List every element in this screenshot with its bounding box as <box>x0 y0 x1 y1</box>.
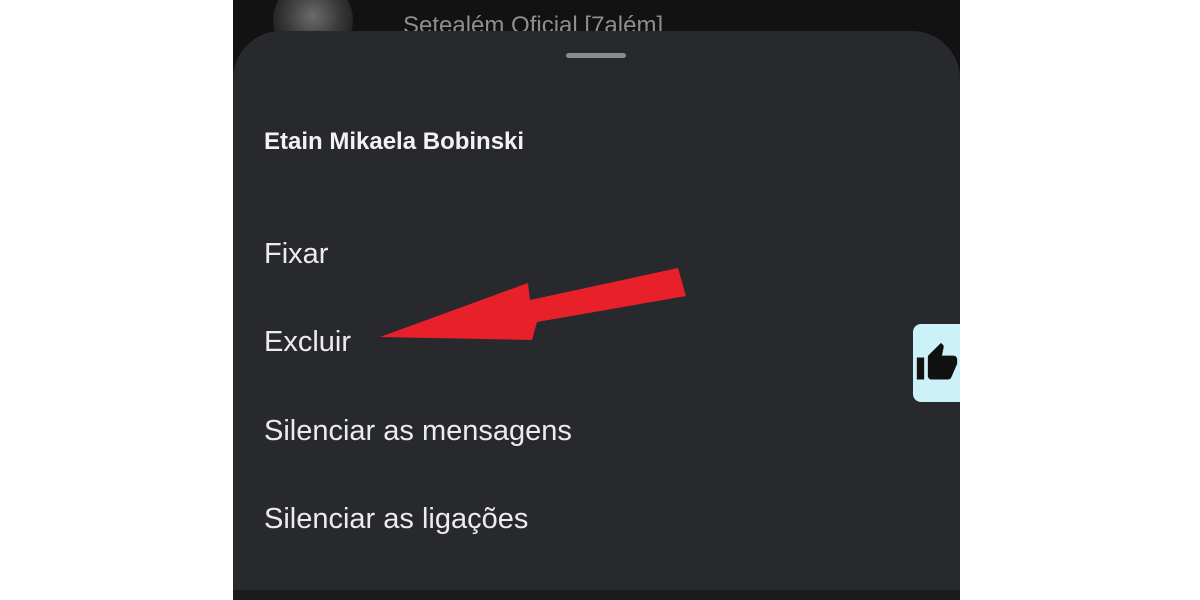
menu-item-fixar[interactable]: Fixar <box>264 238 328 271</box>
menu-item-silenciar-mensagens[interactable]: Silenciar as mensagens <box>264 415 572 448</box>
thumbs-up-icon <box>916 342 958 380</box>
phone-screen: Setealém Oficial [7além] Etain Mikaela B… <box>233 0 960 600</box>
like-button[interactable] <box>913 324 960 402</box>
sheet-title: Etain Mikaela Bobinski <box>264 128 525 155</box>
bottom-bar <box>233 590 960 600</box>
bottom-sheet: Etain Mikaela Bobinski Fixar Excluir Sil… <box>233 31 960 600</box>
menu-item-silenciar-ligacoes[interactable]: Silenciar as ligações <box>264 503 528 536</box>
drag-handle[interactable] <box>566 53 626 58</box>
menu-item-excluir[interactable]: Excluir <box>264 326 351 359</box>
